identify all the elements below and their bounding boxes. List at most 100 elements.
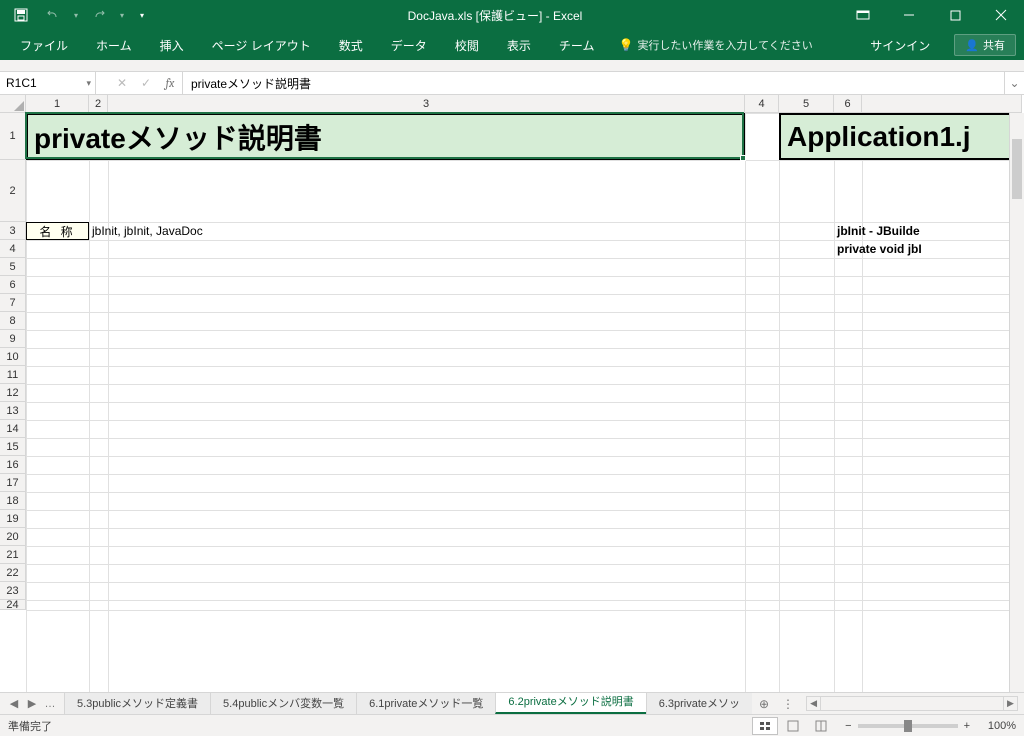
close-button[interactable]	[978, 0, 1024, 30]
sign-in-link[interactable]: サインイン	[860, 33, 940, 58]
cell[interactable]: Application1.j	[779, 113, 1022, 160]
sheet-tab[interactable]: 5.4publicメンバ変数一覧	[210, 693, 357, 714]
tab-insert[interactable]: 挿入	[148, 31, 196, 60]
cells-area[interactable]: privateメソッド説明書Application1.j名 称jbInit, j…	[26, 113, 1009, 692]
tab-view[interactable]: 表示	[495, 31, 543, 60]
row-header[interactable]: 9	[0, 330, 26, 348]
save-button[interactable]	[6, 2, 36, 28]
row-header[interactable]: 3	[0, 222, 26, 240]
formula-bar-row: R1C1 ▾ ✕ ✓ fx privateメソッド説明書 ⌄	[0, 72, 1024, 95]
page-break-view-button[interactable]	[808, 717, 834, 735]
row-header[interactable]: 20	[0, 528, 26, 546]
sheet-tab[interactable]: 5.3publicメソッド定義書	[64, 693, 211, 714]
redo-dropdown[interactable]: ▾	[116, 2, 128, 28]
row-header[interactable]: 19	[0, 510, 26, 528]
redo-button[interactable]	[84, 2, 114, 28]
row-header[interactable]: 21	[0, 546, 26, 564]
row-header[interactable]: 22	[0, 564, 26, 582]
sheet-tab-overflow[interactable]: ⋮	[776, 693, 800, 714]
column-headers[interactable]: 123456	[26, 95, 1022, 113]
row-header[interactable]: 5	[0, 258, 26, 276]
row-header[interactable]: 2	[0, 160, 26, 222]
select-all-corner[interactable]	[0, 95, 26, 113]
sheet-tab[interactable]: 6.3privateメソッ	[646, 693, 752, 714]
scrollbar-thumb[interactable]	[1012, 139, 1022, 199]
tab-formulas[interactable]: 数式	[327, 31, 375, 60]
share-button[interactable]: 👤 共有	[954, 34, 1016, 56]
maximize-button[interactable]	[932, 0, 978, 30]
row-header[interactable]: 12	[0, 384, 26, 402]
tab-home[interactable]: ホーム	[84, 31, 144, 60]
ribbon-collapsed-strip	[0, 60, 1024, 72]
sheet-nav-prev[interactable]: ◀	[6, 697, 22, 710]
new-sheet-button[interactable]: ⊕	[752, 693, 776, 714]
column-header[interactable]: 6	[834, 95, 862, 113]
spreadsheet-grid[interactable]: 123456 123456789101112131415161718192021…	[0, 95, 1024, 692]
formula-bar-expand[interactable]: ⌄	[1004, 72, 1024, 94]
tab-page-layout[interactable]: ページ レイアウト	[200, 31, 323, 60]
tab-data[interactable]: データ	[379, 31, 439, 60]
tab-file[interactable]: ファイル	[8, 31, 80, 60]
cell[interactable]: privateメソッド説明書	[26, 113, 745, 160]
row-header[interactable]: 8	[0, 312, 26, 330]
column-header[interactable]: 3	[108, 95, 745, 113]
page-break-icon	[814, 720, 828, 732]
zoom-slider[interactable]	[858, 724, 958, 728]
cancel-formula-button[interactable]: ✕	[110, 76, 134, 90]
sheet-nav-more[interactable]: …	[42, 698, 58, 710]
row-header[interactable]: 6	[0, 276, 26, 294]
tab-team[interactable]: チーム	[547, 31, 607, 60]
page-layout-view-button[interactable]	[780, 717, 806, 735]
insert-function-button[interactable]: fx	[158, 76, 182, 90]
column-header[interactable]: 1	[26, 95, 89, 113]
undo-dropdown[interactable]: ▾	[70, 2, 82, 28]
vertical-scrollbar[interactable]	[1009, 113, 1024, 692]
hscroll-right[interactable]: ▶	[1003, 697, 1017, 710]
row-header[interactable]: 23	[0, 582, 26, 600]
zoom-out-button[interactable]: −	[845, 720, 851, 732]
tab-review[interactable]: 校閲	[443, 31, 491, 60]
row-header[interactable]: 14	[0, 420, 26, 438]
lightbulb-icon: 💡	[618, 38, 633, 52]
column-header[interactable]	[862, 95, 1022, 113]
sheet-nav-buttons: ◀ ▶ …	[0, 693, 64, 714]
row-header[interactable]: 7	[0, 294, 26, 312]
tell-me-search[interactable]: 💡 実行したい作業を入力してください	[618, 37, 812, 53]
ribbon-display-icon	[856, 9, 870, 21]
formula-input[interactable]: privateメソッド説明書	[183, 72, 1004, 94]
column-header[interactable]: 2	[89, 95, 108, 113]
sheet-tab[interactable]: 6.1privateメソッド一覧	[356, 693, 496, 714]
undo-button[interactable]	[38, 2, 68, 28]
zoom-slider-thumb[interactable]	[904, 720, 912, 732]
row-header[interactable]: 11	[0, 366, 26, 384]
row-header[interactable]: 10	[0, 348, 26, 366]
row-header[interactable]: 16	[0, 456, 26, 474]
row-header[interactable]: 15	[0, 438, 26, 456]
horizontal-scrollbar[interactable]: ◀ ▶	[806, 696, 1018, 711]
minimize-button[interactable]	[886, 0, 932, 30]
column-header[interactable]: 4	[745, 95, 779, 113]
ribbon-display-button[interactable]	[840, 0, 886, 30]
row-header[interactable]: 17	[0, 474, 26, 492]
enter-formula-button[interactable]: ✓	[134, 76, 158, 90]
normal-view-button[interactable]	[752, 717, 778, 735]
hscroll-left[interactable]: ◀	[807, 697, 821, 710]
qat-customize[interactable]: ▾	[134, 2, 150, 28]
cell[interactable]: 名 称	[26, 222, 89, 240]
row-header[interactable]: 24	[0, 600, 26, 610]
row-header[interactable]: 18	[0, 492, 26, 510]
cell[interactable]: jbInit, jbInit, JavaDoc	[89, 222, 745, 240]
cell[interactable]: jbInit - JBuilde	[834, 222, 1022, 240]
row-headers[interactable]: 123456789101112131415161718192021222324	[0, 113, 26, 610]
sheet-tab[interactable]: 6.2privateメソッド説明書	[495, 693, 646, 714]
row-header[interactable]: 13	[0, 402, 26, 420]
name-box[interactable]: R1C1 ▾	[0, 72, 96, 94]
row-header[interactable]: 4	[0, 240, 26, 258]
zoom-level[interactable]: 100%	[982, 720, 1016, 732]
zoom-in-button[interactable]: +	[964, 720, 970, 732]
title-bar: ▾ ▾ ▾ DocJava.xls [保護ビュー] - Excel	[0, 0, 1024, 30]
column-header[interactable]: 5	[779, 95, 834, 113]
row-header[interactable]: 1	[0, 113, 26, 160]
sheet-nav-next[interactable]: ▶	[24, 697, 40, 710]
cell[interactable]: private void jbI	[834, 240, 1022, 258]
